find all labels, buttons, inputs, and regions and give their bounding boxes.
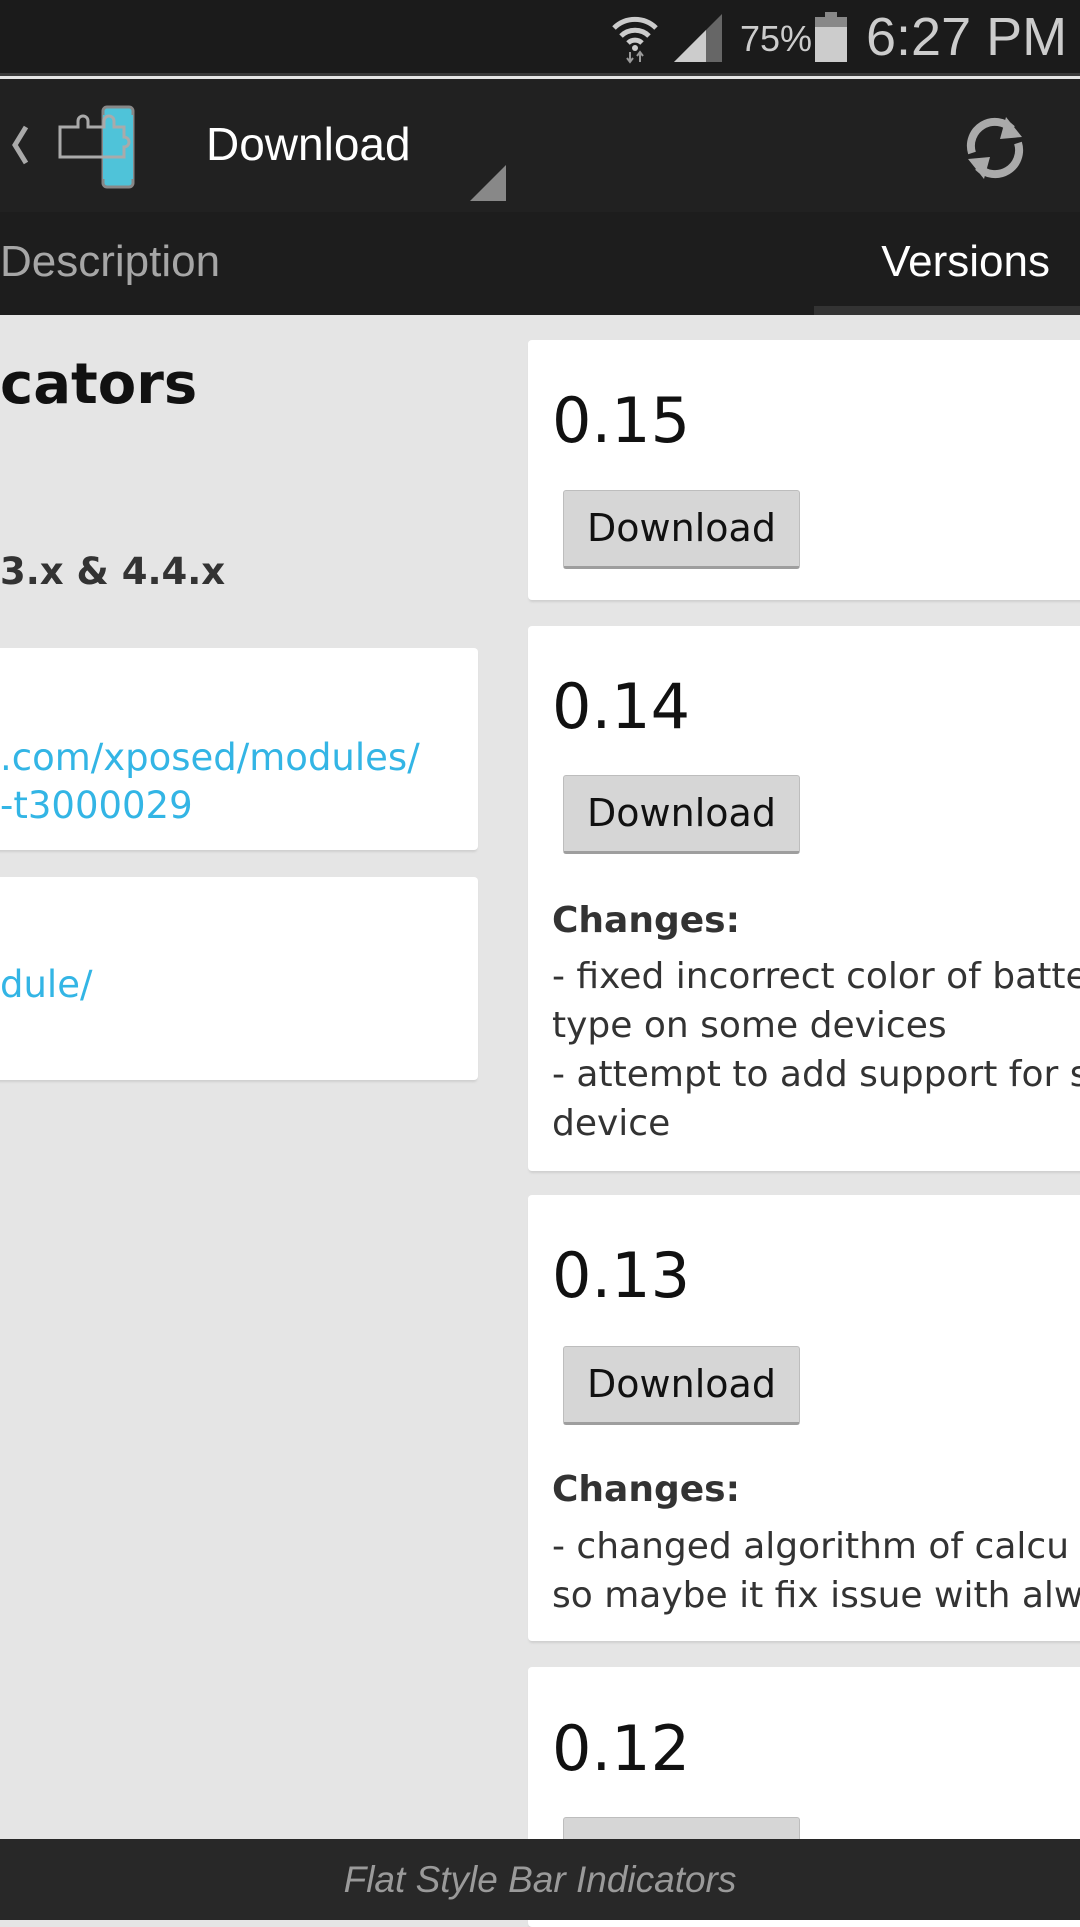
version-card: 0.15 Download — [528, 340, 1080, 600]
compatibility-text: 3.x & 4.4.x — [0, 550, 226, 593]
support-link-card: .com/xposed/modules/ -t3000029 — [0, 648, 478, 850]
project-link-line[interactable]: dule/ — [0, 963, 92, 1006]
action-bar: Download — [0, 79, 1080, 212]
version-number: 0.13 — [552, 1239, 691, 1312]
tab-bar: Description Versions — [0, 212, 1080, 315]
spinner-dropdown-icon — [470, 165, 506, 201]
change-line: - attempt to add support for s — [552, 1054, 1080, 1095]
download-button[interactable]: Download — [563, 490, 800, 569]
change-line: so maybe it fix issue with alw — [552, 1575, 1080, 1616]
version-number: 0.15 — [552, 384, 691, 457]
support-link-line[interactable]: .com/xposed/modules/ — [0, 736, 420, 779]
download-button[interactable]: Download — [563, 775, 800, 854]
changes-label: Changes: — [552, 1469, 740, 1510]
clock: 6:27 PM — [866, 7, 1068, 67]
change-line: device — [552, 1103, 671, 1144]
change-line: - changed algorithm of calcu — [552, 1526, 1070, 1567]
version-card: 0.14 Download Changes: - fixed incorrect… — [528, 626, 1080, 1171]
project-link-card: dule/ — [0, 877, 478, 1080]
changes-label: Changes: — [552, 900, 740, 941]
wifi-icon — [612, 16, 658, 64]
tab-description[interactable]: Description — [0, 212, 220, 315]
version-card: 0.13 Download Changes: - changed algorit… — [528, 1195, 1080, 1641]
module-title: cators — [0, 352, 198, 417]
active-tab-indicator — [814, 306, 1080, 315]
change-line: - fixed incorrect color of batte — [552, 956, 1080, 997]
up-navigation[interactable]: Download — [0, 79, 520, 212]
version-number: 0.12 — [552, 1712, 691, 1785]
status-bar: 75% 6:27 PM — [0, 0, 1080, 76]
change-line: type on some devices — [552, 1005, 947, 1046]
signal-icon — [674, 14, 722, 62]
support-link-line[interactable]: -t3000029 — [0, 784, 193, 827]
tab-versions[interactable]: Versions — [881, 212, 1050, 315]
module-name-footer: Flat Style Bar Indicators — [0, 1839, 1080, 1920]
download-button[interactable]: Download — [563, 1346, 800, 1425]
xposed-app-icon — [58, 105, 135, 189]
refresh-icon[interactable] — [960, 113, 1030, 183]
battery-percent: 75% — [740, 18, 813, 59]
version-number: 0.14 — [552, 670, 691, 743]
battery-icon — [815, 12, 847, 62]
back-chevron-icon — [12, 125, 29, 165]
screen-title: Download — [206, 118, 411, 170]
